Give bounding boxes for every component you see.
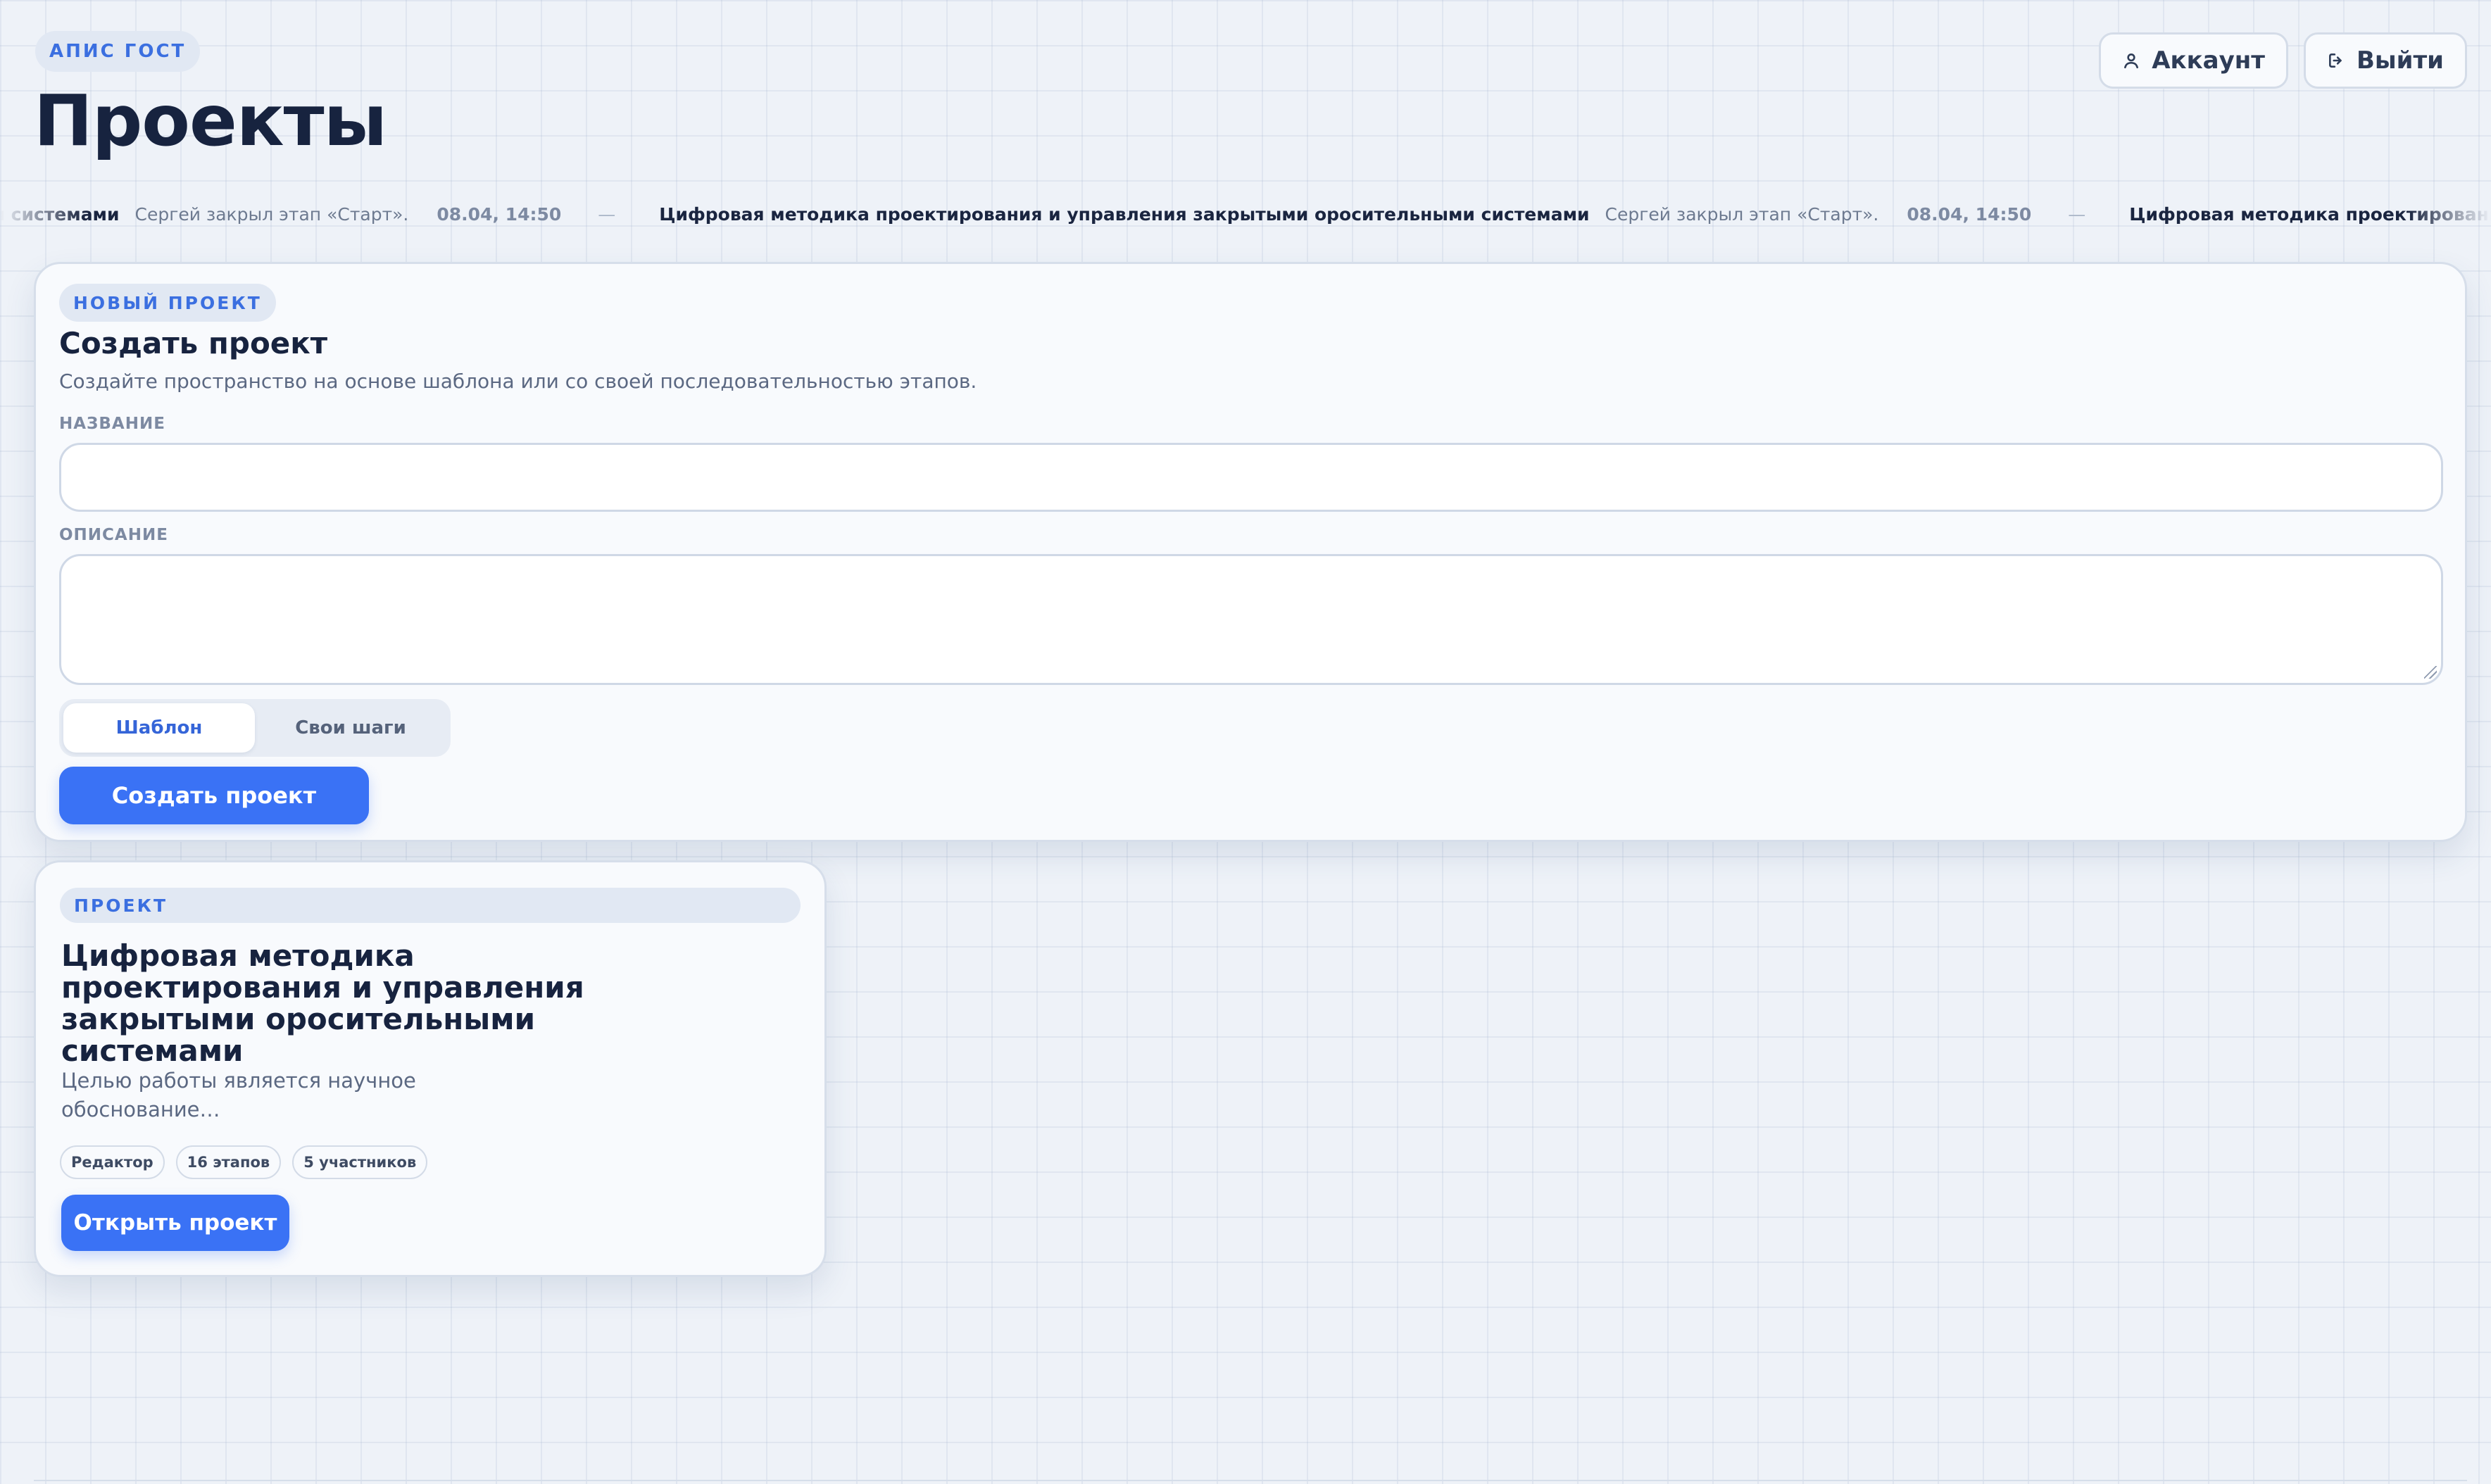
ticker-time: 08.04, 14:50 (437, 204, 562, 225)
open-project-button[interactable]: Открыть проект (61, 1195, 289, 1251)
ticker-event: Сергей закрыл этап «Старт». (134, 204, 409, 225)
resize-handle-icon[interactable] (2424, 666, 2437, 679)
logout-button[interactable]: Выйти (2303, 32, 2467, 89)
mode-template-tab[interactable]: Шаблон (63, 703, 255, 753)
ticker-separator: — (2068, 204, 2086, 225)
brand-badge: АПИС ГОСТ (35, 31, 201, 72)
top-actions: Аккаунт Выйти (2099, 32, 2467, 89)
activity-ticker: …ми системами Сергей закрыл этап «Старт»… (0, 197, 2491, 239)
name-label: НАЗВАНИЕ (59, 415, 165, 433)
ticker-project-title: Цифровая методика проектирования и управ… (659, 204, 1590, 225)
project-description: Целью работы является научное обосновани… (61, 1067, 456, 1124)
project-title: Цифровая методика проектирования и управ… (61, 938, 584, 1068)
description-label: ОПИСАНИЕ (59, 526, 168, 544)
page-title: Проекты (34, 80, 387, 162)
role-chip: Редактор (60, 1145, 165, 1179)
footer-divider (34, 1480, 2467, 1481)
ticker-item: Цифровая методика проектирования и управ… (659, 204, 2129, 225)
logout-icon (2329, 54, 2342, 68)
project-meta-chips: Редактор 16 этапов 5 участников (60, 1145, 428, 1179)
mode-custom-steps-tab[interactable]: Свои шаги (255, 703, 446, 753)
new-project-badge: НОВЫЙ ПРОЕКТ (59, 284, 276, 322)
create-project-subtitle: Создайте пространство на основе шаблона … (59, 370, 977, 393)
project-description-line: Целью работы является научное (61, 1069, 416, 1093)
project-badge: ПРОЕКТ (60, 888, 801, 923)
user-icon (2124, 54, 2139, 69)
mode-switch: Шаблон Свои шаги (59, 699, 451, 757)
members-count-chip: 5 участников (292, 1145, 428, 1179)
ticker-project-title: Цифровая методика проектирования и управ… (2129, 204, 2491, 225)
create-project-card: НОВЫЙ ПРОЕКТ Создать проект Создайте про… (34, 262, 2467, 842)
create-project-title: Создать проект (59, 326, 328, 360)
description-textarea[interactable] (59, 554, 2443, 685)
ticker-item: Цифровая методика проектирования и управ… (2129, 204, 2491, 225)
ticker-separator: — (598, 204, 616, 225)
logout-label: Выйти (2356, 46, 2444, 75)
stages-count-chip: 16 этапов (175, 1145, 282, 1179)
account-label: Аккаунт (2152, 46, 2265, 75)
name-input[interactable] (59, 443, 2443, 512)
project-description-line: обоснование… (61, 1098, 220, 1121)
account-button[interactable]: Аккаунт (2099, 32, 2288, 89)
ticker-time: 08.04, 14:50 (1907, 204, 2032, 225)
ticker-project-title: …ми системами (0, 204, 120, 225)
create-project-button[interactable]: Создать проект (59, 767, 369, 824)
ticker-track: …ми системами Сергей закрыл этап «Старт»… (0, 204, 2491, 225)
project-card: ПРОЕКТ Цифровая методика проектирования … (34, 860, 827, 1277)
ticker-item: …ми системами Сергей закрыл этап «Старт»… (0, 204, 659, 225)
ticker-event: Сергей закрыл этап «Старт». (1605, 204, 1879, 225)
